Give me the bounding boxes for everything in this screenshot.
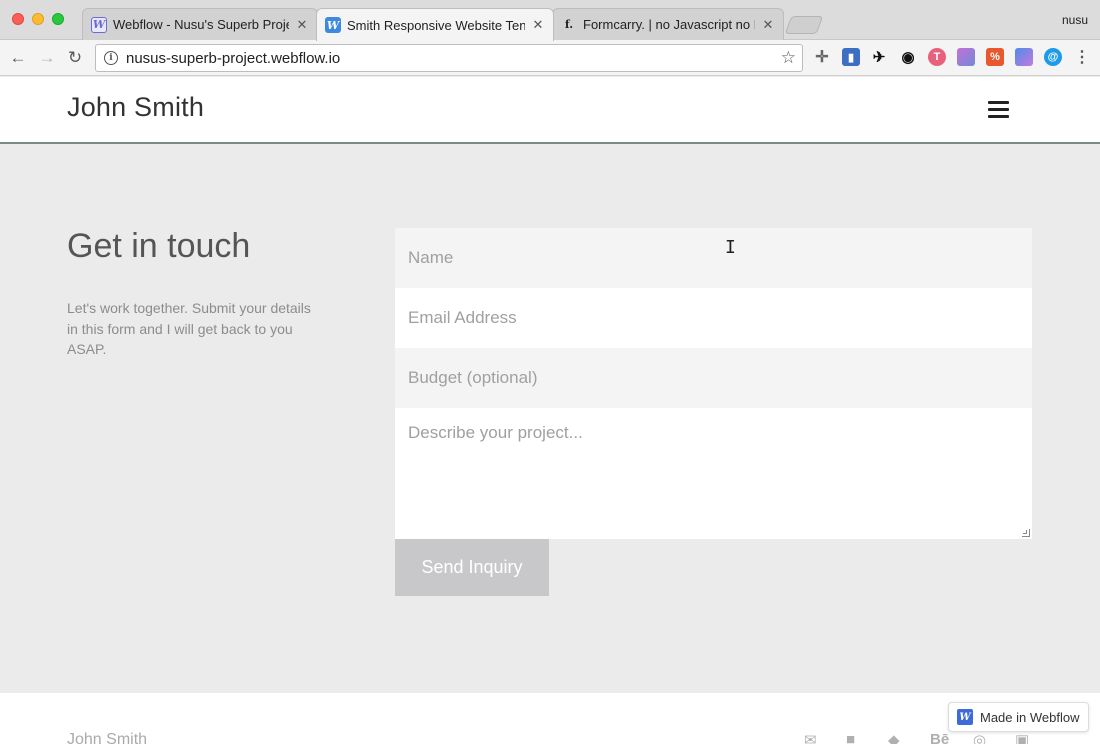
footer-brand[interactable]: John Smith <box>67 731 147 744</box>
instagram-icon[interactable]: ▣ <box>1015 731 1029 744</box>
eye-extension-icon[interactable]: ◉ <box>899 48 917 66</box>
site-navbar: John Smith <box>0 77 1100 144</box>
webflow-logo-icon: W <box>957 709 973 725</box>
text-cursor-icon: I <box>725 237 736 258</box>
webflow-favicon-icon: W <box>325 17 341 33</box>
move-extension-icon[interactable]: ✛ <box>813 48 831 66</box>
contact-lede: Let's work together. Submit your details… <box>67 300 311 357</box>
tab-title: Formcarry. | no Javascript no P <box>583 17 755 32</box>
close-window-button[interactable] <box>12 13 24 25</box>
made-in-webflow-badge[interactable]: W Made in Webflow <box>948 702 1089 732</box>
hamburger-menu-icon[interactable] <box>988 101 1009 118</box>
send-inquiry-button[interactable]: Send Inquiry <box>395 539 549 596</box>
tab-formcarry[interactable]: f. Formcarry. | no Javascript no P ✕ <box>552 8 784 40</box>
twitter-icon[interactable]: ◆ <box>888 731 900 744</box>
browser-window: W Webflow - Nusu's Superb Proje ✕ W Smit… <box>0 0 1100 744</box>
profile-name[interactable]: nusu <box>1062 13 1088 27</box>
bookmark-extension-icon[interactable]: ▮ <box>842 48 860 66</box>
close-tab-icon[interactable]: ✕ <box>761 17 775 33</box>
site-brand[interactable]: John Smith <box>67 92 204 123</box>
browser-toolbar: ← → ↻ i nusus-superb-project.webflow.io … <box>0 40 1100 76</box>
project-description-field[interactable]: Describe your project... <box>395 408 1032 539</box>
forward-arrow-icon[interactable]: → <box>36 47 58 69</box>
web-page: John Smith Get in touch Let's work toget… <box>0 77 1100 744</box>
colorful-extension-icon[interactable] <box>957 48 975 66</box>
email-icon[interactable]: ✉ <box>804 731 817 744</box>
behance-icon[interactable]: Bē <box>930 731 949 744</box>
site-footer: John Smith ✉ ■ ◆ Bē ◎ ▣ <box>0 693 1100 744</box>
close-tab-icon[interactable]: ✕ <box>295 17 309 33</box>
badge-label: Made in Webflow <box>980 709 1080 725</box>
t-extension-icon[interactable]: T <box>928 48 946 66</box>
webflow-favicon-icon: W <box>91 16 107 33</box>
tab-strip: W Webflow - Nusu's Superb Proje ✕ W Smit… <box>0 0 1100 41</box>
dribbble-icon[interactable]: ◎ <box>973 731 986 744</box>
address-bar[interactable]: i nusus-superb-project.webflow.io ☆ <box>95 44 803 72</box>
contact-form: Name Email Address Budget (optional) Des… <box>395 228 1032 596</box>
formcarry-favicon-icon: f. <box>564 18 574 31</box>
reload-icon[interactable]: ↻ <box>64 47 86 69</box>
gradient-extension-icon[interactable] <box>1015 48 1033 66</box>
project-placeholder: Describe your project... <box>408 423 583 442</box>
info-icon[interactable]: i <box>104 51 118 65</box>
menu-kebab-icon[interactable]: ⋮ <box>1073 48 1091 66</box>
tab-webflow-designer[interactable]: W Webflow - Nusu's Superb Proje ✕ <box>82 8 318 40</box>
name-field[interactable]: Name <box>395 228 1032 288</box>
tab-title: Smith Responsive Website Ten <box>347 17 525 33</box>
bird-extension-icon[interactable]: ✈ <box>870 48 888 66</box>
resize-grip-icon[interactable] <box>1022 529 1030 537</box>
facebook-icon[interactable]: ■ <box>846 731 855 744</box>
minimize-window-button[interactable] <box>32 13 44 25</box>
close-tab-icon[interactable]: ✕ <box>531 17 545 33</box>
back-arrow-icon[interactable]: ← <box>7 47 29 69</box>
new-tab-button[interactable] <box>784 16 824 34</box>
contact-heading: Get in touch <box>67 227 251 265</box>
url-text: nusus-superb-project.webflow.io <box>126 49 341 67</box>
translate-extension-icon[interactable]: % <box>986 48 1004 66</box>
bookmark-star-icon[interactable]: ☆ <box>781 48 796 68</box>
zoom-window-button[interactable] <box>52 13 64 25</box>
budget-field[interactable]: Budget (optional) <box>395 348 1032 408</box>
tab-title: Webflow - Nusu's Superb Proje <box>113 17 289 32</box>
tab-smith-template[interactable]: W Smith Responsive Website Ten ✕ <box>316 8 554 41</box>
at-extension-icon[interactable]: @ <box>1044 48 1062 66</box>
email-field[interactable]: Email Address <box>395 288 1032 348</box>
